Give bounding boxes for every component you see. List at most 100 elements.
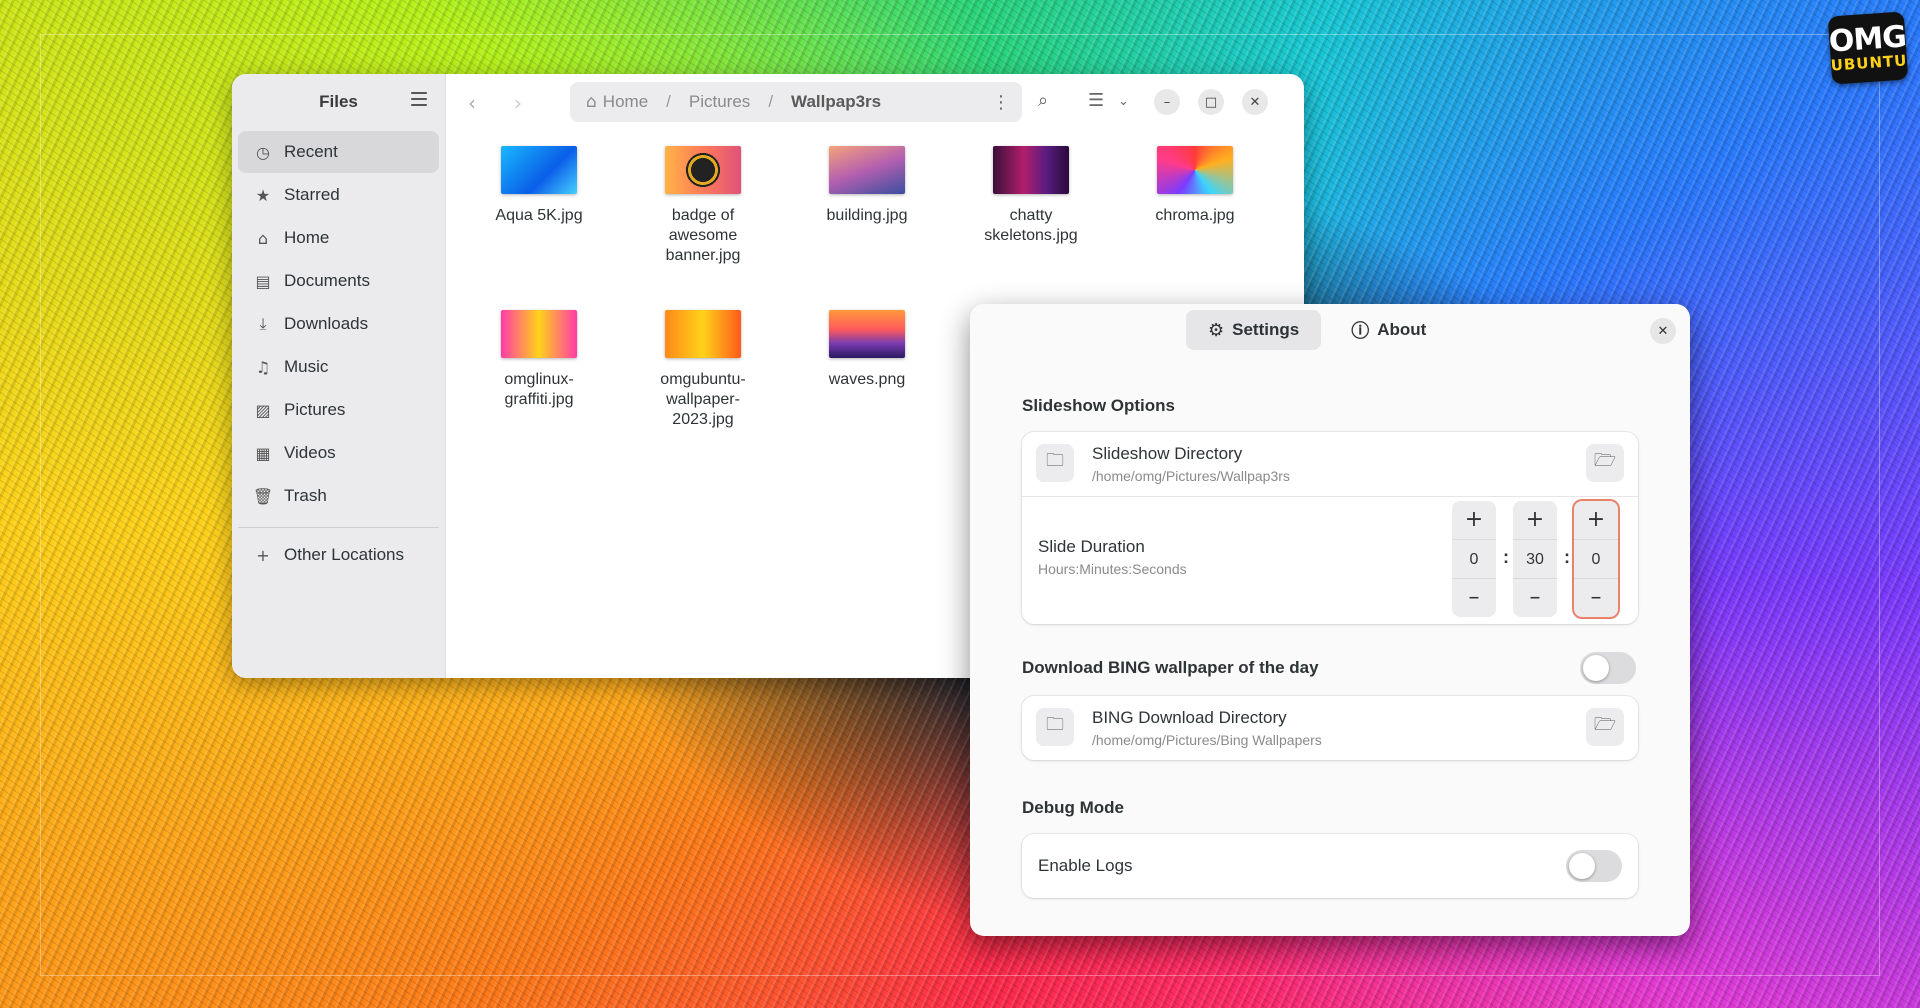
folder-icon: 🗀 bbox=[1036, 444, 1074, 482]
file-name: omglinux-graffiti.jpg bbox=[504, 371, 574, 408]
wallpaper-settings-dialog: ⚙ Settings ⓘ About ✕ Slideshow Options 🗀 Sl… bbox=[970, 304, 1690, 936]
path-bar[interactable]: ⌂ Home / Pictures / Wallpap3rs ⋮ bbox=[570, 82, 1022, 122]
file-thumbnail bbox=[501, 146, 577, 194]
sidebar-item-other-locations[interactable]: + Other Locations bbox=[238, 534, 439, 576]
tab-label: Settings bbox=[1232, 320, 1300, 339]
sidebar-item-label: Trash bbox=[284, 486, 327, 505]
sidebar-header: Files bbox=[232, 74, 445, 130]
choose-folder-button[interactable]: 🗁 bbox=[1586, 444, 1624, 482]
path-separator: / bbox=[768, 92, 774, 111]
bing-directory-path: /home/omg/Pictures/Bing Wallpapers bbox=[1092, 732, 1322, 748]
close-icon[interactable]: ✕ bbox=[1242, 89, 1268, 115]
sidebar-item-label: Downloads bbox=[284, 314, 369, 333]
sidebar-item-label: Music bbox=[284, 357, 329, 376]
hamburger-menu-icon[interactable] bbox=[411, 92, 427, 106]
search-icon[interactable]: ⌕ bbox=[1038, 90, 1048, 111]
file-item[interactable]: badge of awesome banner.jpg bbox=[638, 146, 768, 266]
slideshow-directory-title: Slideshow Directory bbox=[1092, 444, 1243, 463]
file-name: waves.png bbox=[828, 371, 906, 388]
path-home[interactable]: Home bbox=[603, 92, 648, 112]
path-separator: / bbox=[666, 92, 671, 111]
slideshow-card: 🗀 Slideshow Directory /home/omg/Pictures… bbox=[1022, 432, 1638, 624]
file-item[interactable]: chroma.jpg bbox=[1130, 146, 1260, 226]
sidebar-item-pictures[interactable]: ▨ Pictures bbox=[238, 389, 439, 431]
toggle-knob bbox=[1583, 655, 1609, 681]
slide-duration-title: Slide Duration bbox=[1038, 537, 1145, 556]
tab-label: About bbox=[1377, 320, 1427, 339]
seconds-spinner: + 0 – bbox=[1574, 501, 1618, 617]
sidebar-item-documents[interactable]: ▤ Documents bbox=[238, 260, 439, 302]
slideshow-directory-row: 🗀 Slideshow Directory /home/omg/Pictures… bbox=[1022, 432, 1638, 496]
sidebar-item-trash[interactable]: 🗑 Trash bbox=[238, 475, 439, 517]
sidebar-item-label: Pictures bbox=[284, 400, 346, 419]
bing-section-title: Download BING wallpaper of the day bbox=[1022, 658, 1319, 677]
path-menu-icon[interactable]: ⋮ bbox=[992, 92, 1010, 113]
file-item[interactable]: building.jpg bbox=[802, 146, 932, 226]
sidebar-item-label: Starred bbox=[284, 185, 340, 204]
file-name: chatty skeletons.jpg bbox=[984, 207, 1078, 244]
video-icon: ▦ bbox=[255, 443, 271, 463]
files-toolbar: ‹ › ⌂ Home / Pictures / Wallpap3rs ⋮ ⌕ ☰… bbox=[446, 74, 1304, 130]
file-item[interactable]: waves.png bbox=[802, 310, 932, 390]
path-pictures[interactable]: Pictures bbox=[689, 92, 750, 112]
tab-settings[interactable]: ⚙ Settings bbox=[1186, 310, 1322, 350]
minutes-value[interactable]: 30 bbox=[1513, 539, 1557, 579]
info-icon: ⓘ bbox=[1351, 321, 1370, 342]
sidebar-item-music[interactable]: ♫ Music bbox=[238, 346, 439, 388]
seconds-increment-button[interactable]: + bbox=[1587, 501, 1605, 539]
clock-icon: ◷ bbox=[256, 142, 270, 162]
toggle-knob bbox=[1569, 853, 1595, 879]
hours-increment-button[interactable]: + bbox=[1465, 501, 1483, 539]
file-name: building.jpg bbox=[826, 207, 908, 224]
bing-toggle[interactable] bbox=[1580, 652, 1636, 684]
tab-about[interactable]: ⓘ About bbox=[1329, 310, 1448, 350]
files-app-title: Files bbox=[319, 92, 358, 111]
file-item[interactable]: chatty skeletons.jpg bbox=[966, 146, 1096, 246]
list-view-icon[interactable]: ☰ bbox=[1088, 90, 1104, 111]
time-separator: : bbox=[1503, 547, 1509, 567]
forward-arrow-icon[interactable]: › bbox=[514, 91, 522, 115]
sidebar-item-recent[interactable]: ◷ Recent bbox=[238, 131, 439, 173]
sidebar-item-starred[interactable]: ★ Starred bbox=[238, 174, 439, 216]
home-path-icon: ⌂ bbox=[586, 92, 597, 112]
dialog-close-icon[interactable]: ✕ bbox=[1650, 318, 1676, 344]
maximize-icon[interactable]: □ bbox=[1198, 89, 1224, 115]
minimize-icon[interactable]: – bbox=[1154, 89, 1180, 115]
dialog-tabs: ⚙ Settings ⓘ About bbox=[1186, 310, 1448, 350]
seconds-decrement-button[interactable]: – bbox=[1591, 579, 1602, 617]
file-item[interactable]: Aqua 5K.jpg bbox=[474, 146, 604, 226]
bing-card: 🗀 BING Download Directory /home/omg/Pict… bbox=[1022, 696, 1638, 760]
minutes-increment-button[interactable]: + bbox=[1526, 501, 1544, 539]
minutes-decrement-button[interactable]: – bbox=[1530, 579, 1541, 617]
sidebar-item-downloads[interactable]: ⤓ Downloads bbox=[238, 303, 439, 345]
gear-icon: ⚙ bbox=[1208, 319, 1225, 341]
file-item[interactable]: omglinux-graffiti.jpg bbox=[474, 310, 604, 410]
slide-duration-row: Slide Duration Hours:Minutes:Seconds + 0… bbox=[1022, 496, 1638, 624]
file-thumbnail bbox=[993, 146, 1069, 194]
debug-card: Enable Logs bbox=[1022, 834, 1638, 898]
enable-logs-label: Enable Logs bbox=[1038, 856, 1133, 875]
home-icon: ⌂ bbox=[257, 228, 269, 248]
file-item[interactable]: omgubuntu-wallpaper-2023.jpg bbox=[638, 310, 768, 430]
view-options-chevron-icon[interactable]: ⌄ bbox=[1118, 94, 1129, 109]
hours-value[interactable]: 0 bbox=[1452, 539, 1496, 579]
choose-bing-folder-button[interactable]: 🗁 bbox=[1586, 708, 1624, 746]
hours-spinner: + 0 – bbox=[1452, 501, 1496, 617]
enable-logs-toggle[interactable] bbox=[1566, 850, 1622, 882]
path-current[interactable]: Wallpap3rs bbox=[791, 92, 881, 112]
sidebar-item-videos[interactable]: ▦ Videos bbox=[238, 432, 439, 474]
bing-directory-title: BING Download Directory bbox=[1092, 708, 1287, 727]
file-thumbnail bbox=[501, 310, 577, 358]
time-separator: : bbox=[1564, 547, 1570, 567]
sidebar-item-label: Documents bbox=[284, 271, 370, 290]
sidebar-item-label: Other Locations bbox=[284, 545, 405, 564]
slide-duration-subtitle: Hours:Minutes:Seconds bbox=[1038, 561, 1187, 577]
hours-decrement-button[interactable]: – bbox=[1469, 579, 1480, 617]
seconds-value[interactable]: 0 bbox=[1574, 539, 1618, 579]
sidebar-divider bbox=[238, 527, 439, 528]
file-thumbnail bbox=[829, 146, 905, 194]
back-arrow-icon[interactable]: ‹ bbox=[468, 91, 476, 115]
file-name: badge of awesome banner.jpg bbox=[665, 207, 741, 264]
sidebar-item-home[interactable]: ⌂ Home bbox=[238, 217, 439, 259]
sidebar-item-label: Home bbox=[284, 228, 330, 247]
